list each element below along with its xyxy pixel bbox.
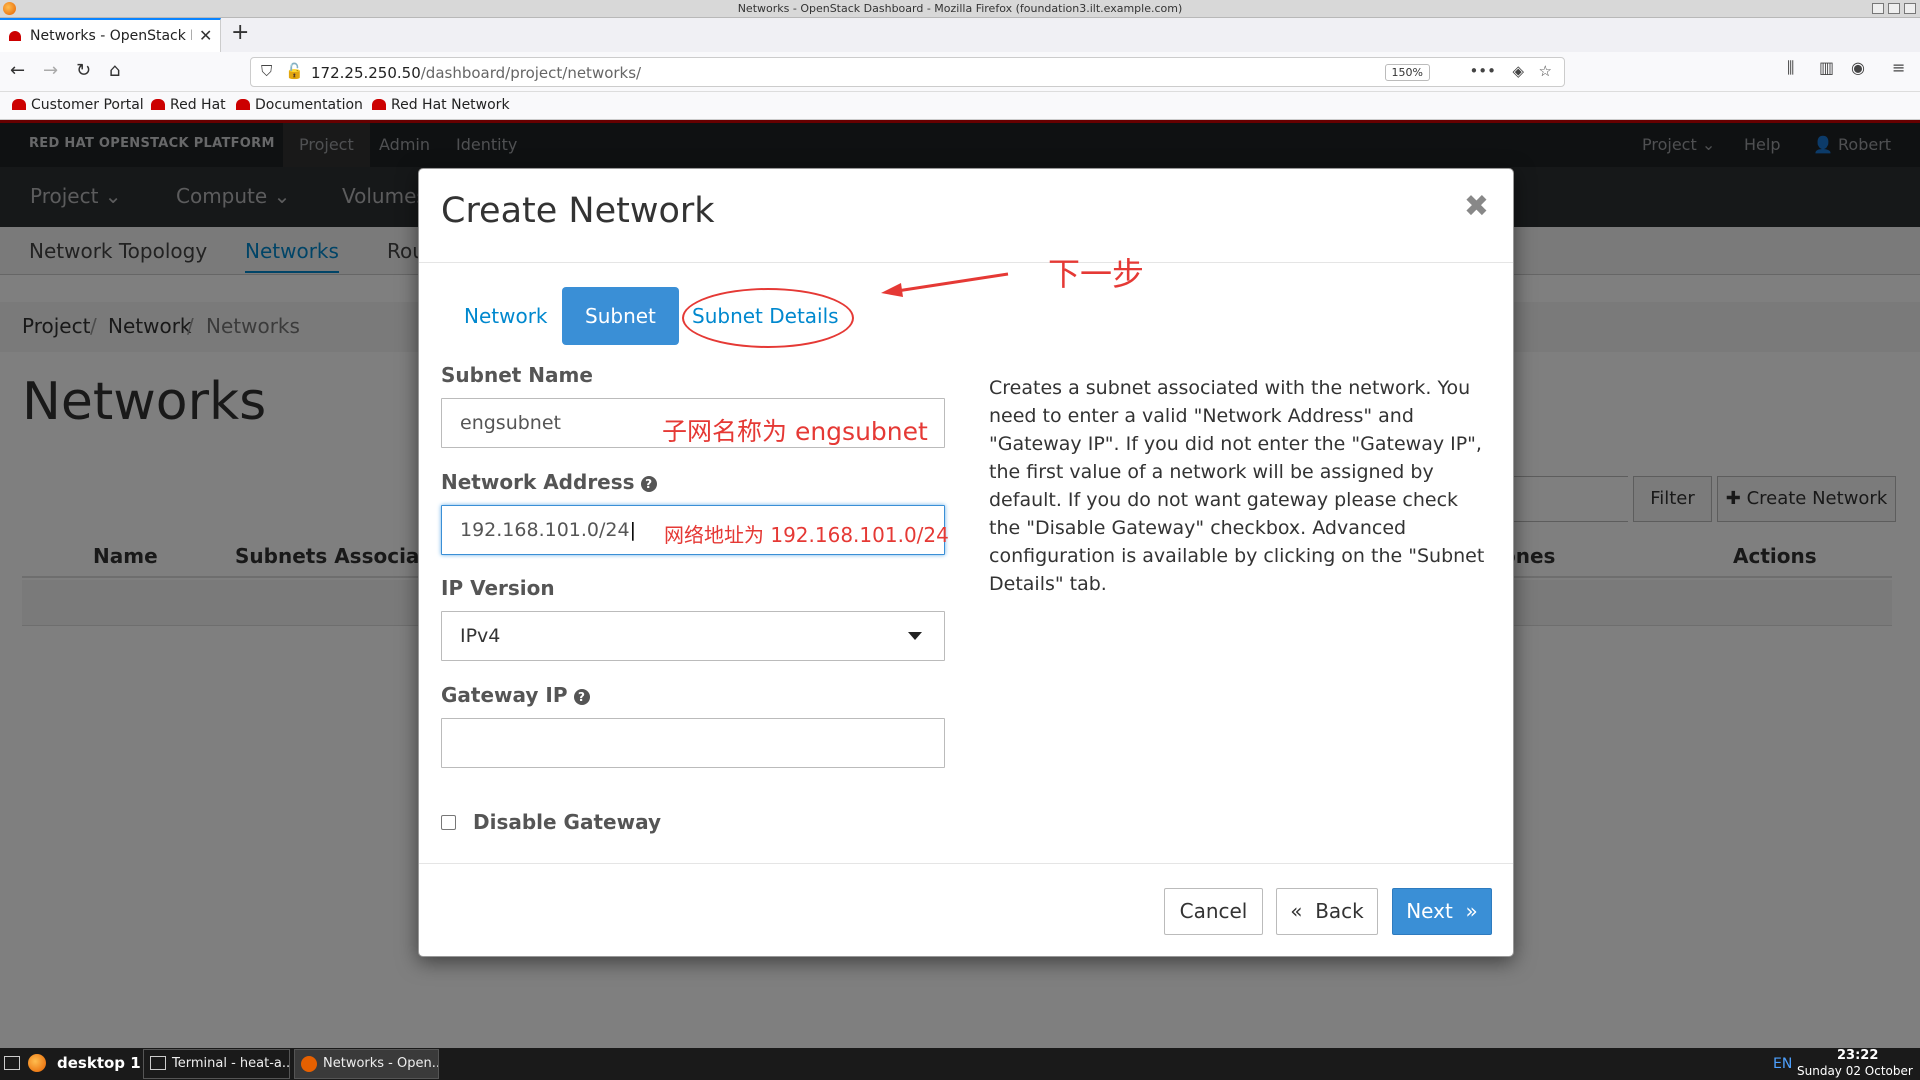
- gateway-ip-label: Gateway IP?: [441, 683, 590, 707]
- close-icon[interactable]: ✖: [1464, 189, 1489, 224]
- help-icon[interactable]: ?: [640, 476, 657, 492]
- gateway-ip-label-text: Gateway IP: [441, 683, 568, 707]
- reload-icon[interactable]: ↻: [76, 60, 91, 81]
- menu-icon[interactable]: ≡: [1892, 58, 1905, 77]
- browser-tab[interactable]: Networks - OpenStack D ✕: [0, 18, 221, 52]
- help-icon[interactable]: ?: [573, 689, 590, 705]
- redhat-favicon-icon: [9, 31, 21, 41]
- firefox-icon: [301, 1056, 317, 1072]
- next-button[interactable]: Next »: [1392, 888, 1492, 935]
- text-cursor: |: [629, 519, 636, 541]
- close-window-button[interactable]: [1904, 3, 1916, 14]
- page-content: RED HAT OPENSTACK PLATFORM Project Admin…: [0, 120, 1920, 1048]
- ip-version-label: IP Version: [441, 576, 555, 600]
- close-tab-icon[interactable]: ✕: [199, 26, 212, 45]
- ip-version-value: IPv4: [460, 625, 501, 647]
- pocket-icon[interactable]: ◈: [1512, 62, 1524, 80]
- bookmark-customer-portal[interactable]: Customer Portal: [12, 97, 144, 113]
- language-indicator[interactable]: EN: [1773, 1056, 1792, 1072]
- annotation-next-step: 下一步: [1048, 255, 1145, 293]
- create-network-dialog: Create Network ✖ Network Subnet Subnet D…: [418, 168, 1514, 957]
- next-label: Next: [1406, 899, 1453, 923]
- bookmark-documentation[interactable]: Documentation: [236, 97, 363, 113]
- workspace-label[interactable]: desktop 1: [57, 1054, 141, 1072]
- disable-gateway-checkbox[interactable]: [441, 815, 456, 830]
- task-terminal[interactable]: Terminal - heat-a...: [143, 1049, 290, 1079]
- subnet-help-text: Creates a subnet associated with the net…: [989, 377, 1485, 595]
- system-menu-icon[interactable]: [4, 1056, 20, 1070]
- home-icon[interactable]: ⌂: [109, 60, 120, 81]
- disable-gateway-label[interactable]: Disable Gateway: [473, 810, 661, 834]
- task-label: Networks - Open...: [323, 1056, 439, 1071]
- dialog-title: Create Network: [441, 191, 715, 231]
- bookmark-label: Customer Portal: [31, 97, 144, 113]
- firefox-launcher-icon[interactable]: [28, 1054, 46, 1072]
- cancel-button[interactable]: Cancel: [1164, 888, 1263, 935]
- back-label: Back: [1315, 899, 1364, 923]
- double-chevron-right-icon: »: [1465, 899, 1478, 923]
- annotation-subnet-name: 子网名称为 engsubnet: [662, 417, 928, 446]
- footer-divider: [419, 863, 1513, 864]
- bookmark-star-icon[interactable]: ☆: [1539, 62, 1552, 80]
- terminal-icon: [150, 1056, 166, 1070]
- network-address-value: 192.168.101.0/24: [460, 519, 630, 541]
- forward-arrow-icon[interactable]: →: [43, 60, 58, 81]
- redhat-icon: [12, 99, 26, 110]
- gateway-ip-input[interactable]: [441, 718, 945, 768]
- task-label: Terminal - heat-a...: [172, 1056, 290, 1071]
- clock-time[interactable]: 23:22: [1837, 1048, 1878, 1063]
- tab-network[interactable]: Network: [441, 287, 571, 345]
- task-firefox[interactable]: Networks - Open...: [294, 1049, 439, 1079]
- account-icon[interactable]: ◉: [1851, 58, 1865, 77]
- redhat-icon: [151, 99, 165, 110]
- network-address-label-text: Network Address: [441, 470, 635, 494]
- clock-date: Sunday 02 October: [1797, 1064, 1913, 1078]
- annotation-network-address: 网络地址为 192.168.101.0/24: [664, 523, 949, 547]
- minimize-button[interactable]: [1872, 3, 1884, 14]
- back-button[interactable]: « Back: [1276, 888, 1378, 935]
- network-address-label: Network Address?: [441, 470, 657, 494]
- url-path: /dashboard/project/networks/: [420, 64, 642, 82]
- header-divider: [419, 262, 1513, 263]
- window-title: Networks - OpenStack Dashboard - Mozilla…: [737, 2, 1183, 15]
- zoom-indicator[interactable]: 150%: [1384, 64, 1430, 81]
- bookmark-label: Red Hat: [170, 97, 226, 113]
- subnet-name-value: engsubnet: [460, 412, 561, 434]
- insecure-lock-icon[interactable]: 🔓: [285, 62, 304, 80]
- bookmark-red-hat[interactable]: Red Hat: [151, 97, 226, 113]
- bookmark-red-hat-network[interactable]: Red Hat Network: [372, 97, 510, 113]
- annotation-ellipse: [682, 288, 854, 348]
- tab-title: Networks - OpenStack D: [30, 28, 192, 44]
- ip-version-select[interactable]: IPv4: [441, 611, 945, 661]
- window-titlebar: Networks - OpenStack Dashboard - Mozilla…: [0, 0, 1920, 18]
- sidebar-icon[interactable]: ▥: [1819, 58, 1834, 77]
- library-icon[interactable]: ⫼: [1787, 58, 1794, 78]
- address-bar[interactable]: ⛉ 🔓 172.25.250.50/dashboard/project/netw…: [250, 57, 1565, 87]
- annotation-arrow: [881, 272, 1009, 297]
- back-arrow-icon[interactable]: ←: [10, 60, 25, 81]
- double-chevron-left-icon: «: [1290, 899, 1303, 923]
- tab-strip: Networks - OpenStack D ✕ +: [0, 18, 1920, 52]
- new-tab-icon[interactable]: +: [231, 20, 249, 45]
- bookmarks-toolbar: Customer Portal Red Hat Documentation Re…: [0, 92, 1920, 120]
- subnet-name-label: Subnet Name: [441, 363, 593, 387]
- shield-icon[interactable]: ⛉: [261, 62, 272, 80]
- url-text: 172.25.250.50/dashboard/project/networks…: [311, 64, 641, 82]
- redhat-icon: [236, 99, 250, 110]
- os-taskbar: desktop 1 Terminal - heat-a... Networks …: [0, 1048, 1920, 1080]
- tab-subnet[interactable]: Subnet: [562, 287, 679, 345]
- caret-down-icon: [908, 632, 922, 640]
- redhat-icon: [372, 99, 386, 110]
- maximize-button[interactable]: [1888, 3, 1900, 14]
- bookmark-label: Red Hat Network: [391, 97, 510, 113]
- navigation-toolbar: ← → ↻ ⌂ ⛉ 🔓 172.25.250.50/dashboard/proj…: [0, 52, 1920, 92]
- url-host: 172.25.250.50: [311, 64, 421, 82]
- page-actions-icon[interactable]: •••: [1469, 62, 1496, 80]
- bookmark-label: Documentation: [255, 97, 363, 113]
